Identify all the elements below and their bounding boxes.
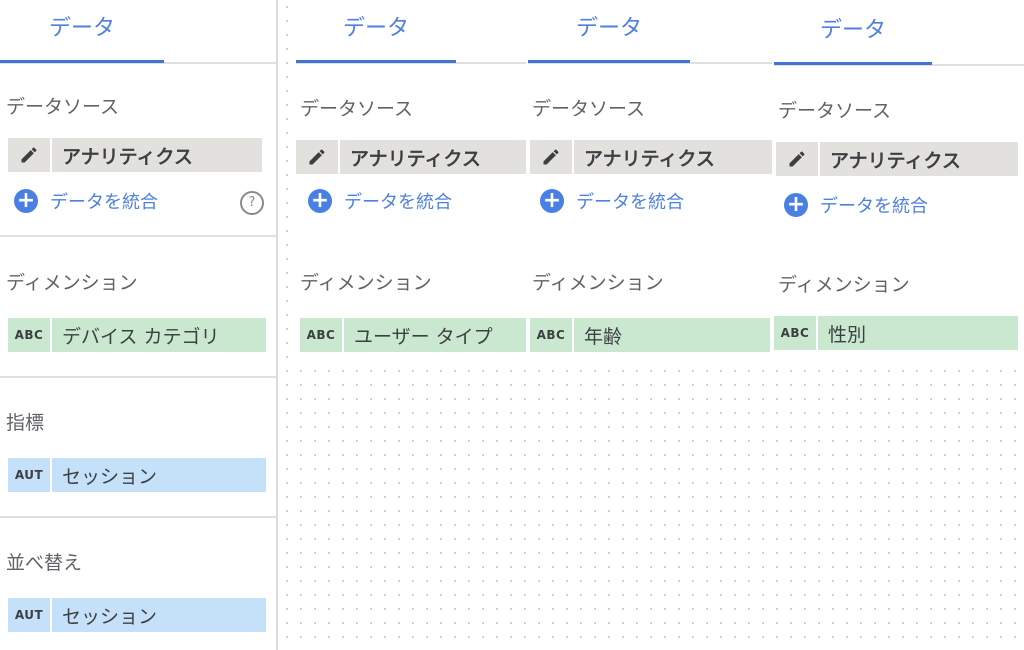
blend-data-label: データを統合: [50, 192, 158, 213]
data-source-name: アナリティクス: [62, 145, 193, 168]
help-icon[interactable]: ?: [240, 191, 264, 215]
data-source-heading: データソース: [6, 96, 120, 118]
data-source-name: アナリティクス: [830, 149, 961, 172]
dimension-value: 年齢: [584, 325, 623, 348]
abc-type-icon: ABC: [306, 328, 336, 342]
data-source-heading: データソース: [532, 98, 646, 120]
sort-chip[interactable]: AUT セッション: [8, 598, 266, 632]
divider: [0, 516, 276, 518]
plus-circle-icon: +: [784, 193, 808, 217]
aut-type-icon: AUT: [14, 608, 44, 622]
dimension-chip[interactable]: ABC 性別: [774, 316, 1018, 350]
metric-value: セッション: [62, 465, 158, 488]
pencil-icon[interactable]: [296, 140, 338, 174]
abc-type-icon: ABC: [780, 326, 810, 340]
tab-bar: データ: [0, 0, 276, 64]
data-panel-4: データ データソース アナリティクス + データを統合 ディメンション ABC …: [774, 0, 1024, 368]
pencil-icon[interactable]: [530, 140, 572, 174]
tab-data[interactable]: データ: [528, 12, 690, 63]
abc-type-icon: ABC: [536, 328, 566, 342]
data-source-name: アナリティクス: [350, 147, 481, 170]
tab-bar: データ: [528, 0, 772, 64]
dimension-value: 性別: [828, 323, 867, 346]
blend-data-link[interactable]: + データを統合: [540, 186, 684, 216]
data-source-chip[interactable]: アナリティクス: [8, 138, 262, 172]
divider: [0, 376, 276, 378]
dimension-heading: ディメンション: [532, 272, 664, 294]
data-panel-1: データ データソース アナリティクス + データを統合 ? ディメンション AB…: [0, 0, 278, 650]
aut-type-icon: AUT: [14, 468, 44, 482]
dimension-heading: ディメンション: [300, 272, 432, 294]
pencil-icon[interactable]: [8, 138, 50, 172]
data-source-chip[interactable]: アナリティクス: [530, 140, 772, 174]
data-source-heading: データソース: [778, 100, 892, 122]
data-source-heading: データソース: [300, 98, 414, 120]
tab-data[interactable]: データ: [774, 14, 932, 65]
blend-data-label: データを統合: [820, 196, 928, 217]
plus-circle-icon: +: [14, 189, 38, 213]
metric-heading: 指標: [6, 412, 45, 434]
data-panel-2: データ データソース アナリティクス + データを統合 ディメンション ABC …: [296, 0, 526, 368]
dimension-chip[interactable]: ABC デバイス カテゴリ: [8, 318, 266, 352]
blend-data-label: データを統合: [344, 192, 452, 213]
sort-heading: 並べ替え: [6, 552, 83, 574]
tab-data[interactable]: データ: [296, 12, 456, 63]
blend-data-link[interactable]: + データを統合: [784, 190, 928, 220]
tab-bar: データ: [296, 0, 526, 64]
metric-chip[interactable]: AUT セッション: [8, 458, 266, 492]
dimension-heading: ディメンション: [778, 274, 910, 296]
sort-value: セッション: [62, 605, 158, 628]
plus-circle-icon: +: [540, 189, 564, 213]
dimension-heading: ディメンション: [6, 272, 138, 294]
divider: [0, 235, 276, 237]
dimension-value: デバイス カテゴリ: [62, 325, 220, 348]
blend-data-link[interactable]: + データを統合: [14, 186, 158, 216]
plus-circle-icon: +: [308, 189, 332, 213]
dimension-chip[interactable]: ABC 年齢: [530, 318, 770, 352]
data-source-name: アナリティクス: [584, 147, 715, 170]
blend-data-link[interactable]: + データを統合: [308, 186, 452, 216]
dimension-chip[interactable]: ABC ユーザー タイプ: [300, 318, 526, 352]
data-source-chip[interactable]: アナリティクス: [296, 140, 526, 174]
data-panel-3: データ データソース アナリティクス + データを統合 ディメンション ABC …: [528, 0, 772, 368]
tab-data[interactable]: データ: [0, 12, 164, 63]
dimension-value: ユーザー タイプ: [354, 325, 493, 348]
data-source-chip[interactable]: アナリティクス: [776, 142, 1018, 176]
abc-type-icon: ABC: [14, 328, 44, 342]
tab-bar: データ: [774, 0, 1024, 66]
pencil-icon[interactable]: [776, 142, 818, 176]
blend-data-label: データを統合: [576, 192, 684, 213]
